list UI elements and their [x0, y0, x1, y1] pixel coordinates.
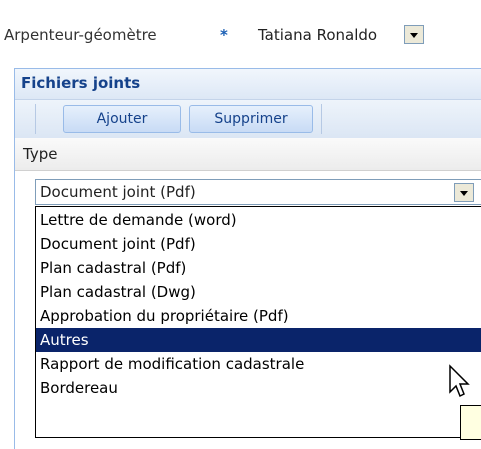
type-combobox[interactable]: Document joint (Pdf): [35, 179, 481, 205]
chevron-down-icon: [460, 190, 468, 196]
type-dropdown-button[interactable]: [454, 183, 474, 202]
dropdown-option[interactable]: Plan cadastral (Dwg): [36, 280, 481, 304]
surveyor-row: Arpenteur-géomètre * Tatiana Ronaldo: [0, 22, 481, 52]
dropdown-option[interactable]: Lettre de demande (word): [36, 208, 481, 232]
attachments-toolbar: Ajouter Supprimer: [15, 99, 481, 139]
dropdown-option[interactable]: Bordereau: [36, 376, 481, 400]
type-dropdown-list: Lettre de demande (word) Document joint …: [35, 206, 481, 438]
dropdown-option[interactable]: Document joint (Pdf): [36, 232, 481, 256]
toolbar-separator: [35, 104, 36, 134]
chevron-down-icon: [410, 32, 418, 38]
tooltip: [460, 405, 481, 440]
surveyor-select[interactable]: Tatiana Ronaldo: [250, 22, 480, 48]
type-combobox-value: Document joint (Pdf): [40, 183, 196, 201]
dropdown-option[interactable]: Plan cadastral (Pdf): [36, 256, 481, 280]
delete-button[interactable]: Supprimer: [189, 105, 313, 133]
add-button[interactable]: Ajouter: [63, 105, 181, 133]
attachments-title: Fichiers joints: [21, 74, 141, 92]
attachments-header: Fichiers joints: [15, 69, 481, 99]
attachments-panel: Fichiers joints Ajouter Supprimer Type D…: [14, 68, 481, 449]
surveyor-select-value: Tatiana Ronaldo: [258, 26, 378, 44]
column-header-label: Type: [23, 145, 58, 163]
dropdown-option-selected[interactable]: Autres: [36, 328, 481, 352]
column-header-type[interactable]: Type: [15, 138, 481, 171]
dropdown-option[interactable]: Approbation du propriétaire (Pdf): [36, 304, 481, 328]
surveyor-dropdown-button[interactable]: [404, 25, 424, 44]
required-marker: *: [220, 26, 228, 44]
mouse-pointer-icon: [449, 364, 470, 398]
dropdown-option[interactable]: Rapport de modification cadastrale: [36, 352, 481, 376]
surveyor-label: Arpenteur-géomètre: [4, 26, 157, 44]
toolbar-separator: [321, 104, 322, 134]
